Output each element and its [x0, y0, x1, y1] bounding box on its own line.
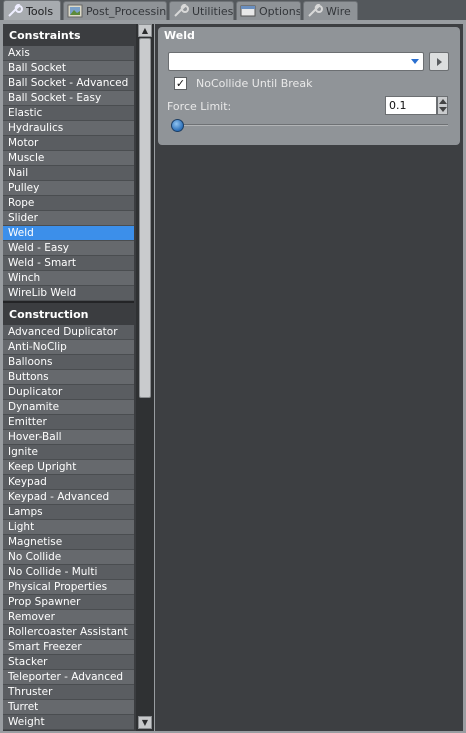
tab-label: Tools: [26, 4, 54, 18]
tool-list-item[interactable]: Keypad: [3, 475, 134, 490]
tool-list-item[interactable]: Buttons: [3, 370, 134, 385]
tool-list-item[interactable]: Ball Socket - Advanced: [3, 76, 134, 91]
tab-wire[interactable]: Wire: [303, 1, 358, 20]
arrow-down-icon: [439, 107, 447, 112]
tab-tools[interactable]: Tools: [3, 0, 61, 21]
tool-list-item[interactable]: Slider: [3, 211, 134, 226]
tab-post-processing[interactable]: Post_Processing: [63, 1, 167, 20]
tool-list-item[interactable]: Physical Properties: [3, 580, 134, 595]
tool-list-item[interactable]: Pulley: [3, 181, 134, 196]
tool-list-item[interactable]: Keypad - Advanced: [3, 490, 134, 505]
chevron-down-icon: [411, 59, 419, 64]
tool-list-item[interactable]: Keep Upright: [3, 460, 134, 475]
tool-list-item[interactable]: Weight: [3, 715, 134, 730]
wrench-icon: [173, 3, 189, 18]
tool-list-item[interactable]: Prop Spawner: [3, 595, 134, 610]
wire-icon: [307, 3, 323, 18]
tool-list-item[interactable]: Weld - Smart: [3, 256, 134, 271]
scroll-up-button[interactable]: ▲: [138, 24, 152, 37]
tool-list-scrollbar[interactable]: ▲ ▼: [136, 24, 154, 731]
tool-list-item[interactable]: Winch: [3, 271, 134, 286]
tool-list-item[interactable]: Muscle: [3, 151, 134, 166]
tool-list-item[interactable]: Rope: [3, 196, 134, 211]
tab-label: Utilities: [192, 4, 234, 18]
tool-list: Constraints Axis Ball Socket Ball Socket - …: [3, 24, 134, 731]
tab-label: Wire: [326, 4, 351, 18]
tool-list-item[interactable]: Hydraulics: [3, 121, 134, 136]
tool-list-item[interactable]: Light: [3, 520, 134, 535]
weld-settings-panel: Weld ✓ NoCollide Until Break Force Limit…: [158, 27, 460, 145]
tool-list-item[interactable]: Ball Socket - Easy: [3, 91, 134, 106]
tool-list-panel: Constraints Axis Ball Socket Ball Socket - …: [3, 24, 154, 731]
tool-list-item[interactable]: Dynamite: [3, 400, 134, 415]
tool-list-item[interactable]: Hover-Ball: [3, 430, 134, 445]
scroll-down-button[interactable]: ▼: [138, 716, 152, 729]
tool-list-item[interactable]: Magnetise: [3, 535, 134, 550]
tool-list-item[interactable]: Axis: [3, 46, 134, 61]
scroll-thumb[interactable]: [139, 38, 151, 398]
tool-list-item[interactable]: Balloons: [3, 355, 134, 370]
tool-list-item[interactable]: Anti-NoClip: [3, 340, 134, 355]
image-icon: [67, 4, 83, 18]
tab-bar: Tools Post_Processing Utilities Options …: [0, 0, 466, 21]
tab-label: Post_Processing: [86, 4, 167, 18]
tool-list-item[interactable]: Emitter: [3, 415, 134, 430]
tool-list-item[interactable]: Turret: [3, 700, 134, 715]
tool-list-item[interactable]: Teleporter - Advanced: [3, 670, 134, 685]
tab-label: Options: [259, 4, 301, 18]
tool-list-item[interactable]: Lamps: [3, 505, 134, 520]
panel-title: Weld: [164, 29, 195, 42]
tool-list-item[interactable]: Stacker: [3, 655, 134, 670]
tool-list-item[interactable]: Advanced Duplicator: [3, 325, 134, 340]
tool-list-item[interactable]: Remover: [3, 610, 134, 625]
nocollide-checkbox[interactable]: ✓: [174, 77, 187, 90]
force-limit-input[interactable]: 0.1: [385, 96, 437, 115]
tool-list-item[interactable]: Thruster: [3, 685, 134, 700]
force-limit-slider-knob[interactable]: [171, 119, 184, 132]
tool-list-item[interactable]: Weld: [3, 226, 134, 241]
tool-list-item[interactable]: Ball Socket: [3, 61, 134, 76]
tool-list-item[interactable]: Weld - Easy: [3, 241, 134, 256]
category-header[interactable]: Constraints: [3, 24, 134, 46]
window-icon: [240, 4, 256, 18]
force-limit-label: Force Limit:: [167, 100, 232, 113]
arrow-up-icon: [439, 99, 447, 104]
tool-list-item[interactable]: Duplicator: [3, 385, 134, 400]
tool-list-item[interactable]: Nail: [3, 166, 134, 181]
preset-dropdown[interactable]: [168, 52, 424, 71]
wrench-icon: [7, 3, 23, 18]
tool-list-item[interactable]: WireLib Weld: [3, 286, 134, 301]
play-icon: [437, 58, 442, 66]
tool-list-item[interactable]: Motor: [3, 136, 134, 151]
tool-list-item[interactable]: Elastic: [3, 106, 134, 121]
nocollide-label: NoCollide Until Break: [196, 77, 313, 90]
tool-list-item[interactable]: Ignite: [3, 445, 134, 460]
tool-list-item[interactable]: Smart Freezer: [3, 640, 134, 655]
tool-list-item[interactable]: No Collide - Multi: [3, 565, 134, 580]
tool-list-item[interactable]: Rollercoaster Assistant: [3, 625, 134, 640]
preset-menu-button[interactable]: [429, 52, 449, 71]
force-limit-stepper[interactable]: [437, 96, 448, 115]
tab-utilities[interactable]: Utilities: [169, 1, 234, 20]
tool-list-item[interactable]: No Collide: [3, 550, 134, 565]
category-header[interactable]: Construction: [3, 303, 134, 325]
force-limit-slider-track[interactable]: [171, 124, 448, 126]
tab-options[interactable]: Options: [236, 1, 301, 20]
